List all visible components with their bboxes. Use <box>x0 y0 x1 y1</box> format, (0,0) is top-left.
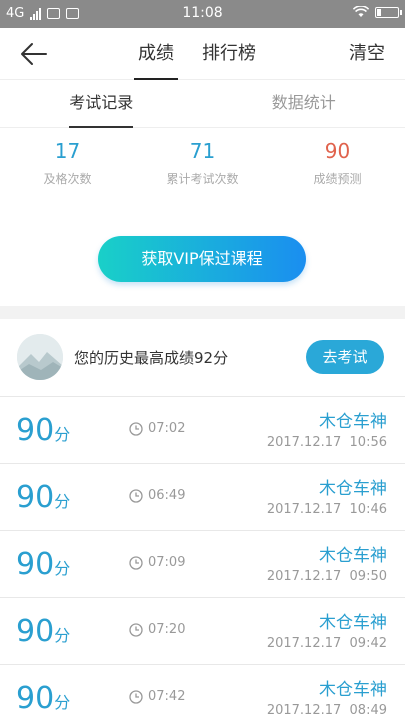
clock-icon <box>129 555 143 570</box>
score-unit: 分 <box>54 559 71 578</box>
exam-record-row[interactable]: 90分 07:42 木仓车神 2017.12.17 08:49 <box>0 665 405 720</box>
clock-time: 11:08 <box>182 5 223 21</box>
exam-record-row[interactable]: 90分 07:09 木仓车神 2017.12.17 09:50 <box>0 531 405 598</box>
duration-text: 07:42 <box>148 689 186 704</box>
record-duration: 06:49 <box>129 488 185 503</box>
record-date: 2017.12.17 09:42 <box>266 636 387 651</box>
exam-record-list: 90分 07:02 木仓车神 2017.12.17 10:56 90分 06:49 木仓车神… <box>0 397 405 720</box>
go-exam-button[interactable]: 去考试 <box>306 340 384 374</box>
stat-value: 90 <box>324 139 351 163</box>
duration-text: 07:09 <box>148 555 186 570</box>
record-user-name: 木仓车神 <box>319 479 387 499</box>
exam-record-row[interactable]: 90分 06:49 木仓车神 2017.12.17 10:46 <box>0 464 405 531</box>
record-score: 90分 <box>16 413 70 448</box>
stat-value: 17 <box>54 139 81 163</box>
status-right <box>353 6 402 18</box>
exam-record-row[interactable]: 90分 07:20 木仓车神 2017.12.17 09:42 <box>0 598 405 665</box>
score-value: 90 <box>16 547 55 582</box>
battery-icon <box>375 6 402 18</box>
stat-label: 及格次数 <box>43 172 92 186</box>
record-duration: 07:42 <box>129 689 185 704</box>
tab-scores[interactable]: 成绩 <box>130 28 182 80</box>
score-unit: 分 <box>54 693 71 712</box>
nav-tabs: 成绩 排行榜 <box>130 28 276 80</box>
record-date: 2017.12.17 09:50 <box>266 569 387 584</box>
back-arrow-icon[interactable] <box>20 41 48 67</box>
status-bar: 4G 11:08 <box>0 0 405 28</box>
mountain-image-icon <box>17 334 63 380</box>
vip-section: 获取VIP保过课程 <box>0 208 405 306</box>
clock-icon <box>129 488 143 503</box>
record-score: 90分 <box>16 480 70 515</box>
duration-text: 07:02 <box>148 421 186 436</box>
nav-bar: 成绩 排行榜 清空 <box>0 28 405 80</box>
record-user-name: 木仓车神 <box>319 412 387 432</box>
score-unit: 分 <box>54 626 71 645</box>
section-divider <box>0 306 405 319</box>
record-date: 2017.12.17 08:49 <box>266 703 387 718</box>
best-score-text: 您的历史最高成绩92分 <box>74 349 229 367</box>
record-duration: 07:09 <box>129 555 185 570</box>
record-duration: 07:02 <box>129 421 185 436</box>
stat-label: 累计考试次数 <box>166 172 239 186</box>
stat-score-prediction: 90 成绩预测 <box>270 136 405 208</box>
stat-total-exams: 71 累计考试次数 <box>135 136 270 208</box>
avatar <box>17 334 63 380</box>
record-duration: 07:20 <box>129 622 185 637</box>
wifi-icon <box>353 6 369 17</box>
record-date: 2017.12.17 10:56 <box>266 435 387 450</box>
clock-icon <box>129 622 143 637</box>
vip-course-button[interactable]: 获取VIP保过课程 <box>98 236 306 282</box>
clear-button[interactable]: 清空 <box>349 28 385 80</box>
score-value: 90 <box>16 614 55 649</box>
duration-text: 06:49 <box>148 488 186 503</box>
score-value: 90 <box>16 413 55 448</box>
exam-record-row[interactable]: 90分 07:02 木仓车神 2017.12.17 10:56 <box>0 397 405 464</box>
stat-label: 成绩预测 <box>313 172 362 186</box>
best-score-row: 您的历史最高成绩92分 去考试 <box>0 319 405 397</box>
clock-icon <box>129 421 143 436</box>
score-unit: 分 <box>54 492 71 511</box>
sub-tabs: 考试记录 数据统计 <box>0 80 405 128</box>
record-score: 90分 <box>16 547 70 582</box>
tab-ranking[interactable]: 排行榜 <box>194 28 264 80</box>
score-unit: 分 <box>54 425 71 444</box>
stat-value: 71 <box>189 139 216 163</box>
duration-text: 07:20 <box>148 622 186 637</box>
record-user-name: 木仓车神 <box>319 613 387 633</box>
stat-pass-count: 17 及格次数 <box>0 136 135 208</box>
clock-icon <box>129 689 143 704</box>
record-date: 2017.12.17 10:46 <box>266 502 387 517</box>
tab-exam-records[interactable]: 考试记录 <box>0 80 203 128</box>
score-value: 90 <box>16 480 55 515</box>
record-user-name: 木仓车神 <box>319 680 387 700</box>
stats-panel: 17 及格次数 71 累计考试次数 90 成绩预测 <box>0 128 405 208</box>
record-user-name: 木仓车神 <box>319 546 387 566</box>
tab-data-statistics[interactable]: 数据统计 <box>203 80 405 127</box>
score-value: 90 <box>16 681 55 716</box>
record-score: 90分 <box>16 614 70 649</box>
record-score: 90分 <box>16 681 70 716</box>
